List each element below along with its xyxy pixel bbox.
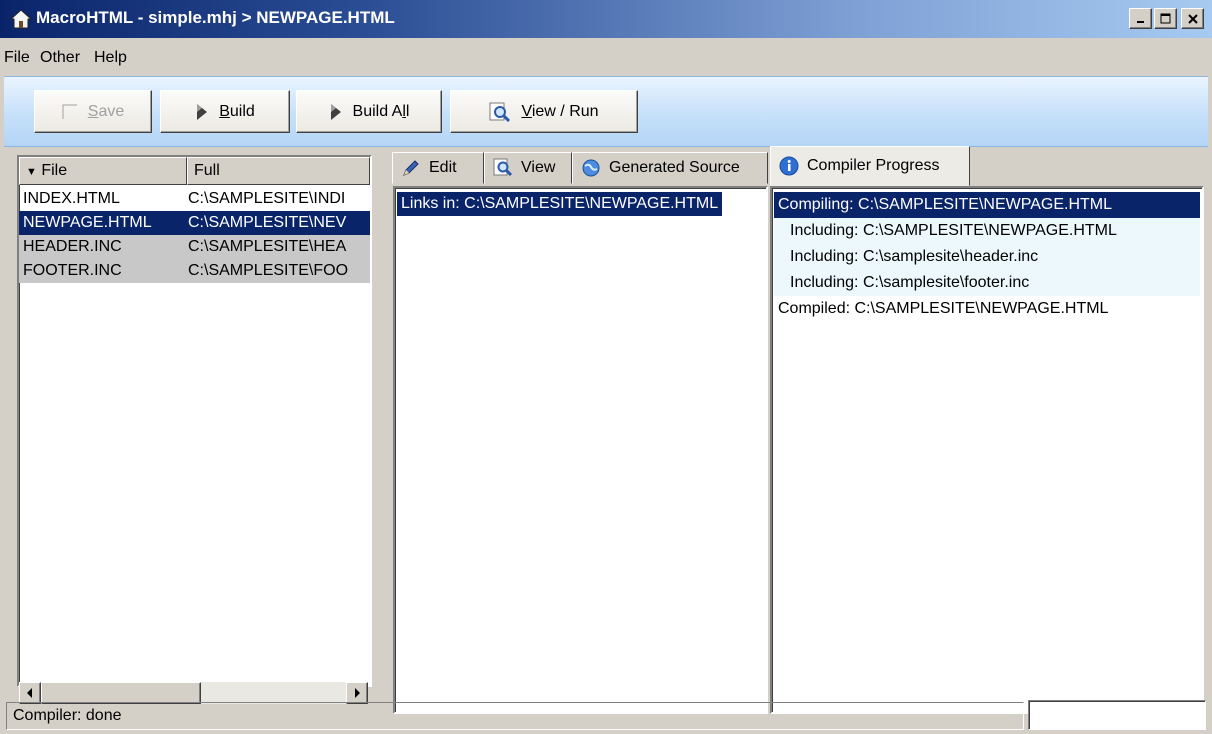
- magnifier-icon: [493, 158, 513, 177]
- progress-row[interactable]: Including: C:\samplesite\footer.inc: [774, 270, 1200, 296]
- list-item[interactable]: HEADER.INC C:\SAMPLESITE\HEA: [19, 235, 370, 259]
- build-label: Build: [219, 102, 255, 120]
- sort-down-icon: ▼: [26, 166, 37, 178]
- build-all-button[interactable]: Build All: [296, 90, 442, 133]
- list-item[interactable]: INDEX.HTML C:\SAMPLESITE\INDI: [19, 187, 370, 211]
- tab-compiler-progress[interactable]: Compiler Progress: [770, 146, 970, 186]
- column-full-header[interactable]: Full: [187, 157, 370, 185]
- list-item-selected[interactable]: NEWPAGE.HTML C:\SAMPLESITE\NEV: [19, 211, 370, 235]
- build-all-label: Build All: [352, 102, 410, 120]
- build-button[interactable]: Build: [160, 90, 290, 133]
- status-text: Compiler: done: [6, 702, 1024, 730]
- close-button[interactable]: [1181, 8, 1204, 29]
- view-run-button[interactable]: View / Run: [450, 90, 638, 133]
- maximize-button[interactable]: [1154, 8, 1177, 29]
- tab-generated-source[interactable]: Generated Source: [572, 152, 768, 184]
- tab-edit[interactable]: Edit: [392, 152, 484, 184]
- menu-bar: File Other Help: [0, 40, 1212, 74]
- title-bar: MacroHTML - simple.mhj > NEWPAGE.HTML: [0, 0, 1212, 38]
- progress-row[interactable]: Compiled: C:\SAMPLESITE\NEWPAGE.HTML: [774, 296, 1200, 322]
- menu-file[interactable]: File: [4, 49, 30, 67]
- compiler-progress-pane[interactable]: Compiling: C:\SAMPLESITE\NEWPAGE.HTML In…: [770, 186, 1204, 714]
- menu-other[interactable]: Other: [40, 49, 80, 67]
- links-pane[interactable]: Links in: C:\SAMPLESITE\NEWPAGE.HTML: [393, 186, 768, 714]
- progress-row[interactable]: Including: C:\SAMPLESITE\NEWPAGE.HTML: [774, 218, 1200, 244]
- home-icon: [10, 9, 32, 29]
- checkbox-icon: [62, 104, 77, 119]
- minimize-button[interactable]: [1129, 8, 1152, 29]
- play-icon: [197, 103, 208, 120]
- list-header: ▼ File Full: [19, 157, 370, 185]
- links-row[interactable]: Links in: C:\SAMPLESITE\NEWPAGE.HTML: [397, 192, 723, 216]
- save-button[interactable]: Save: [34, 90, 152, 133]
- close-icon: [1187, 13, 1198, 24]
- maximize-icon: [1160, 13, 1171, 24]
- arrow-left-icon: [27, 688, 32, 698]
- magnifier-icon: [489, 102, 511, 122]
- info-icon: [779, 156, 799, 176]
- progress-row[interactable]: Including: C:\samplesite\header.inc: [774, 244, 1200, 270]
- column-file-header[interactable]: ▼ File: [19, 157, 187, 185]
- menu-help[interactable]: Help: [94, 49, 127, 67]
- toolbar: Save Build Build All View / Run: [4, 76, 1208, 147]
- pencil-icon: [403, 160, 419, 176]
- window-title: MacroHTML - simple.mhj > NEWPAGE.HTML: [36, 8, 395, 27]
- save-label: Save: [87, 102, 125, 120]
- play-icon: [330, 103, 341, 120]
- arrow-right-icon: [355, 688, 360, 698]
- tab-view[interactable]: View: [484, 152, 572, 184]
- list-item[interactable]: FOOTER.INC C:\SAMPLESITE\FOO: [19, 259, 370, 283]
- file-list[interactable]: ▼ File Full INDEX.HTML C:\SAMPLESITE\IND…: [17, 155, 372, 687]
- minimize-icon: [1136, 20, 1144, 23]
- view-run-label: View / Run: [521, 102, 599, 120]
- globe-icon: [582, 159, 600, 177]
- progress-row[interactable]: Compiling: C:\SAMPLESITE\NEWPAGE.HTML: [774, 192, 1200, 218]
- status-box: [1028, 700, 1206, 730]
